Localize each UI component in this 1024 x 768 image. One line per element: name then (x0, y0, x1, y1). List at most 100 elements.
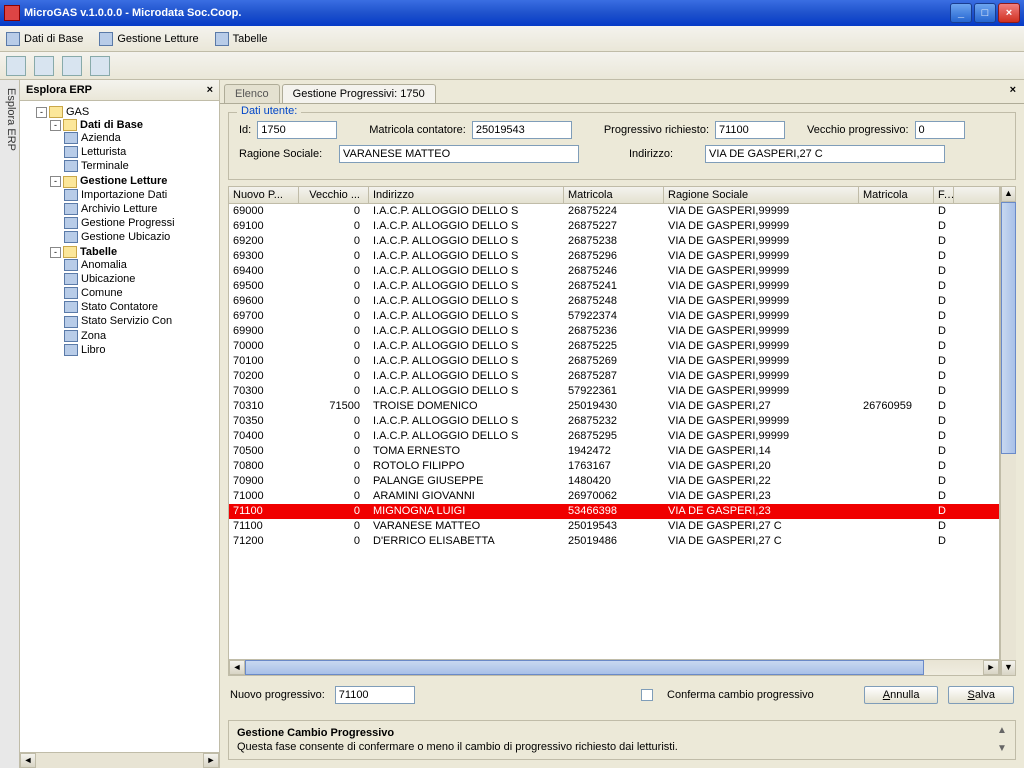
table-row[interactable]: 704000I.A.C.P. ALLOGGIO DELLO S26875295V… (229, 429, 999, 444)
table-row[interactable]: 705000TOMA ERNESTO1942472VIA DE GASPERI,… (229, 444, 999, 459)
table-row[interactable]: 694000I.A.C.P. ALLOGGIO DELLO S26875246V… (229, 264, 999, 279)
tab-gestione-progressivi[interactable]: Gestione Progressivi: 1750 (282, 84, 436, 103)
page-icon (64, 316, 78, 328)
table-row[interactable]: 709000PALANGE GIUSEPPE1480420VIA DE GASP… (229, 474, 999, 489)
col-matricola2[interactable]: Matricola (859, 187, 934, 203)
table-row[interactable]: 695000I.A.C.P. ALLOGGIO DELLO S26875241V… (229, 279, 999, 294)
toolbar-btn-1[interactable] (6, 56, 26, 76)
matricola-field[interactable] (472, 121, 572, 139)
maximize-button[interactable]: □ (974, 3, 996, 23)
side-tab-esplora[interactable]: Esplora ERP (0, 80, 20, 768)
table-row[interactable]: 696000I.A.C.P. ALLOGGIO DELLO S26875248V… (229, 294, 999, 309)
grid-body[interactable]: 690000I.A.C.P. ALLOGGIO DELLO S26875224V… (229, 204, 999, 659)
toolbar-btn-3[interactable] (62, 56, 82, 76)
progressivo-field[interactable] (715, 121, 785, 139)
page-icon (64, 287, 78, 299)
menu-tabelle[interactable]: Tabelle (215, 32, 268, 46)
vecchio-label: Vecchio progressivo: (807, 124, 909, 136)
help-panel: ▲ ▼ Gestione Cambio Progressivo Questa f… (228, 720, 1016, 760)
tree-item[interactable]: Importazione Dati (64, 188, 217, 202)
scroll-right-icon[interactable]: ► (983, 660, 999, 675)
col-nuovo[interactable]: Nuovo P... (229, 187, 299, 203)
tree-item[interactable]: Libro (64, 343, 217, 357)
tree-item[interactable]: Terminale (64, 159, 217, 173)
tab-elenco[interactable]: Elenco (224, 84, 280, 103)
nuovo-prog-field[interactable] (335, 686, 415, 704)
tree-item[interactable]: Stato Servizio Con (64, 314, 217, 328)
tree-item[interactable]: Archivio Letture (64, 202, 217, 216)
group-label: Dati utente: (237, 105, 301, 117)
table-row[interactable]: 702000I.A.C.P. ALLOGGIO DELLO S26875287V… (229, 369, 999, 384)
table-row[interactable]: 7031071500TROISE DOMENICO25019430VIA DE … (229, 399, 999, 414)
help-up-icon[interactable]: ▲ (995, 725, 1009, 737)
table-row[interactable]: 699000I.A.C.P. ALLOGGIO DELLO S26875236V… (229, 324, 999, 339)
table-row[interactable]: 700000I.A.C.P. ALLOGGIO DELLO S26875225V… (229, 339, 999, 354)
table-icon (99, 32, 113, 46)
scroll-track[interactable] (1001, 202, 1016, 660)
tree-item[interactable]: Ubicazione (64, 272, 217, 286)
vecchio-field[interactable] (915, 121, 965, 139)
id-field[interactable] (257, 121, 337, 139)
scroll-down-icon[interactable]: ▼ (1001, 660, 1016, 676)
sidebar-close-icon[interactable]: × (207, 84, 213, 96)
data-grid[interactable]: Nuovo P... Vecchio ... Indirizzo Matrico… (228, 186, 1000, 676)
annulla-button[interactable]: Annulla (864, 686, 939, 704)
col-matricola[interactable]: Matricola (564, 187, 664, 203)
tree-item[interactable]: Zona (64, 329, 217, 343)
page-icon (64, 217, 78, 229)
toolbar-btn-2[interactable] (34, 56, 54, 76)
scroll-up-icon[interactable]: ▲ (1001, 186, 1016, 202)
tree-item[interactable]: Letturista (64, 145, 217, 159)
grid-vscroll[interactable]: ▲ ▼ (1000, 186, 1016, 676)
tree-item[interactable]: Stato Contatore (64, 300, 217, 314)
tree-toggle[interactable]: - (50, 120, 61, 131)
scroll-left-icon[interactable]: ◄ (20, 753, 36, 768)
ragione-field[interactable] (339, 145, 579, 163)
menu-gestione-letture[interactable]: Gestione Letture (99, 32, 198, 46)
toolbar-btn-4[interactable] (90, 56, 110, 76)
id-label: Id: (239, 124, 251, 136)
tree-toggle[interactable]: - (50, 176, 61, 187)
table-row[interactable]: 711000VARANESE MATTEO25019543VIA DE GASP… (229, 519, 999, 534)
col-ragione[interactable]: Ragione Sociale (664, 187, 859, 203)
close-button[interactable]: × (998, 3, 1020, 23)
tree-item[interactable]: Azienda (64, 131, 217, 145)
tree-toggle[interactable]: - (36, 107, 47, 118)
table-row[interactable]: 692000I.A.C.P. ALLOGGIO DELLO S26875238V… (229, 234, 999, 249)
indirizzo-field[interactable] (705, 145, 945, 163)
tree-item[interactable]: Gestione Ubicazio (64, 230, 217, 244)
table-row[interactable]: 703500I.A.C.P. ALLOGGIO DELLO S26875232V… (229, 414, 999, 429)
table-row[interactable]: 712000D'ERRICO ELISABETTA25019486VIA DE … (229, 534, 999, 549)
table-row[interactable]: 690000I.A.C.P. ALLOGGIO DELLO S26875224V… (229, 204, 999, 219)
tree-toggle[interactable]: - (50, 247, 61, 258)
table-row[interactable]: 710000ARAMINI GIOVANNI26970062VIA DE GAS… (229, 489, 999, 504)
help-down-icon[interactable]: ▼ (995, 743, 1009, 755)
table-row[interactable]: 693000I.A.C.P. ALLOGGIO DELLO S26875296V… (229, 249, 999, 264)
col-f[interactable]: F... (934, 187, 954, 203)
sidebar-hscroll[interactable]: ◄ ► (20, 752, 219, 768)
scroll-right-icon[interactable]: ► (203, 753, 219, 768)
table-row[interactable]: 703000I.A.C.P. ALLOGGIO DELLO S57922361V… (229, 384, 999, 399)
scroll-track[interactable] (245, 660, 983, 675)
scroll-left-icon[interactable]: ◄ (229, 660, 245, 675)
menu-dati-di-base[interactable]: Dati di Base (6, 32, 83, 46)
minimize-button[interactable]: _ (950, 3, 972, 23)
table-row[interactable]: 691000I.A.C.P. ALLOGGIO DELLO S26875227V… (229, 219, 999, 234)
tree-item[interactable]: Gestione Progressi (64, 216, 217, 230)
tree-view[interactable]: -GAS -Dati di Base Azienda Letturista Te… (20, 101, 219, 752)
salva-button[interactable]: Salva (948, 686, 1014, 704)
tree-item[interactable]: Comune (64, 286, 217, 300)
tree-item[interactable]: Anomalia (64, 258, 217, 272)
table-row[interactable]: 708000ROTOLO FILIPPO1763167VIA DE GASPER… (229, 459, 999, 474)
table-row[interactable]: 701000I.A.C.P. ALLOGGIO DELLO S26875269V… (229, 354, 999, 369)
col-vecchio[interactable]: Vecchio ... (299, 187, 369, 203)
tab-close-icon[interactable]: × (1010, 84, 1016, 96)
scroll-thumb[interactable] (245, 660, 924, 675)
table-row[interactable]: 697000I.A.C.P. ALLOGGIO DELLO S57922374V… (229, 309, 999, 324)
table-row[interactable]: 711000MIGNOGNA LUIGI53466398VIA DE GASPE… (229, 504, 999, 519)
grid-hscroll[interactable]: ◄ ► (229, 659, 999, 675)
col-indirizzo[interactable]: Indirizzo (369, 187, 564, 203)
scroll-track[interactable] (36, 753, 203, 768)
scroll-thumb[interactable] (1001, 202, 1016, 454)
conferma-checkbox[interactable] (641, 689, 653, 701)
